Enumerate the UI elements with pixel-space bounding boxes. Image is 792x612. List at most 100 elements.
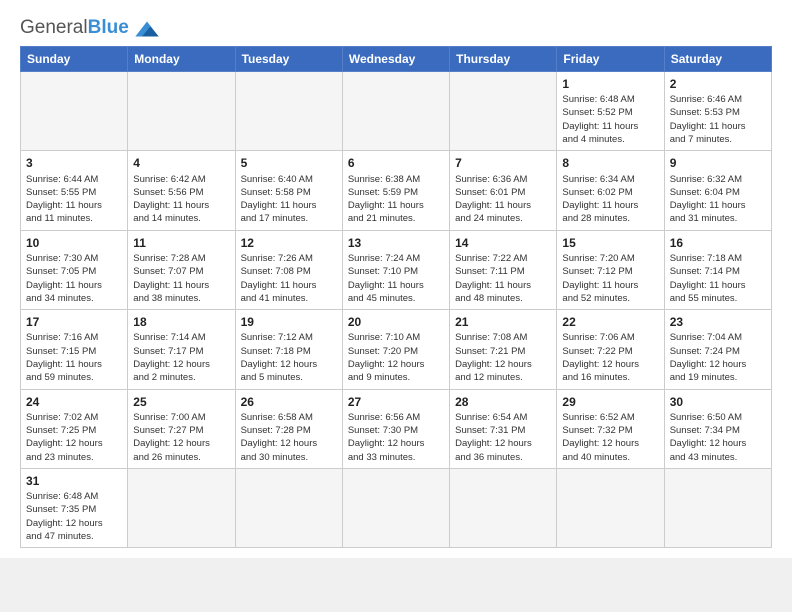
day-info: Sunrise: 7:18 AM Sunset: 7:14 PM Dayligh… [670, 252, 766, 305]
day-number: 25 [133, 394, 229, 410]
calendar-cell [342, 468, 449, 547]
calendar-cell: 7 Sunrise: 6:36 AM Sunset: 6:01 PM Daylig… [450, 151, 557, 230]
day-info: Sunrise: 6:34 AM Sunset: 6:02 PM Dayligh… [562, 173, 658, 226]
weekday-header-wednesday: Wednesday [342, 47, 449, 72]
day-number: 22 [562, 314, 658, 330]
weekday-header-friday: Friday [557, 47, 664, 72]
calendar-cell: 15Sunrise: 7:20 AM Sunset: 7:12 PM Dayli… [557, 230, 664, 309]
day-number: 9 [670, 155, 766, 171]
calendar-cell [128, 72, 235, 151]
day-info: Sunrise: 6:52 AM Sunset: 7:32 PM Dayligh… [562, 411, 658, 464]
day-info: Sunrise: 6:48 AM Sunset: 7:35 PM Dayligh… [26, 490, 122, 543]
calendar-cell: 26Sunrise: 6:58 AM Sunset: 7:28 PM Dayli… [235, 389, 342, 468]
calendar-cell: 20Sunrise: 7:10 AM Sunset: 7:20 PM Dayli… [342, 310, 449, 389]
calendar-cell: 10Sunrise: 7:30 AM Sunset: 7:05 PM Dayli… [21, 230, 128, 309]
day-number: 2 [670, 76, 766, 92]
day-number: 8 [562, 155, 658, 171]
calendar-cell: 11Sunrise: 7:28 AM Sunset: 7:07 PM Dayli… [128, 230, 235, 309]
calendar-cell: 21Sunrise: 7:08 AM Sunset: 7:21 PM Dayli… [450, 310, 557, 389]
calendar-cell: 5 Sunrise: 6:40 AM Sunset: 5:58 PM Daylig… [235, 151, 342, 230]
day-number: 15 [562, 235, 658, 251]
calendar-cell [557, 468, 664, 547]
calendar-cell: 29Sunrise: 6:52 AM Sunset: 7:32 PM Dayli… [557, 389, 664, 468]
calendar-cell [21, 72, 128, 151]
calendar-week-5: 24Sunrise: 7:02 AM Sunset: 7:25 PM Dayli… [21, 389, 772, 468]
day-info: Sunrise: 7:20 AM Sunset: 7:12 PM Dayligh… [562, 252, 658, 305]
calendar-cell [342, 72, 449, 151]
calendar-cell: 28Sunrise: 6:54 AM Sunset: 7:31 PM Dayli… [450, 389, 557, 468]
day-info: Sunrise: 6:38 AM Sunset: 5:59 PM Dayligh… [348, 173, 444, 226]
calendar-cell [450, 468, 557, 547]
weekday-header-tuesday: Tuesday [235, 47, 342, 72]
calendar-cell: 3Sunrise: 6:44 AM Sunset: 5:55 PM Daylig… [21, 151, 128, 230]
calendar-cell: 12Sunrise: 7:26 AM Sunset: 7:08 PM Dayli… [235, 230, 342, 309]
day-info: Sunrise: 7:26 AM Sunset: 7:08 PM Dayligh… [241, 252, 337, 305]
calendar-cell: 9 Sunrise: 6:32 AM Sunset: 6:04 PM Daylig… [664, 151, 771, 230]
calendar-week-6: 31Sunrise: 6:48 AM Sunset: 7:35 PM Dayli… [21, 468, 772, 547]
day-info: Sunrise: 6:46 AM Sunset: 5:53 PM Dayligh… [670, 93, 766, 146]
calendar-cell: 27Sunrise: 6:56 AM Sunset: 7:30 PM Dayli… [342, 389, 449, 468]
day-info: Sunrise: 7:00 AM Sunset: 7:27 PM Dayligh… [133, 411, 229, 464]
day-number: 31 [26, 473, 122, 489]
day-info: Sunrise: 7:24 AM Sunset: 7:10 PM Dayligh… [348, 252, 444, 305]
calendar-cell: 25Sunrise: 7:00 AM Sunset: 7:27 PM Dayli… [128, 389, 235, 468]
logo-text: General [20, 17, 88, 38]
logo-blue-text: Blue [88, 17, 129, 38]
day-info: Sunrise: 6:56 AM Sunset: 7:30 PM Dayligh… [348, 411, 444, 464]
day-number: 4 [133, 155, 229, 171]
day-info: Sunrise: 6:50 AM Sunset: 7:34 PM Dayligh… [670, 411, 766, 464]
day-info: Sunrise: 7:10 AM Sunset: 7:20 PM Dayligh… [348, 331, 444, 384]
day-info: Sunrise: 6:36 AM Sunset: 6:01 PM Dayligh… [455, 173, 551, 226]
day-info: Sunrise: 7:08 AM Sunset: 7:21 PM Dayligh… [455, 331, 551, 384]
calendar-cell: 22Sunrise: 7:06 AM Sunset: 7:22 PM Dayli… [557, 310, 664, 389]
calendar-cell: 16Sunrise: 7:18 AM Sunset: 7:14 PM Dayli… [664, 230, 771, 309]
calendar-week-1: 1Sunrise: 6:48 AM Sunset: 5:52 PM Daylig… [21, 72, 772, 151]
day-number: 17 [26, 314, 122, 330]
day-info: Sunrise: 6:44 AM Sunset: 5:55 PM Dayligh… [26, 173, 122, 226]
day-info: Sunrise: 7:04 AM Sunset: 7:24 PM Dayligh… [670, 331, 766, 384]
calendar-week-3: 10Sunrise: 7:30 AM Sunset: 7:05 PM Dayli… [21, 230, 772, 309]
day-number: 21 [455, 314, 551, 330]
calendar-cell: 1Sunrise: 6:48 AM Sunset: 5:52 PM Daylig… [557, 72, 664, 151]
day-number: 29 [562, 394, 658, 410]
weekday-header-sunday: Sunday [21, 47, 128, 72]
calendar-cell: 6 Sunrise: 6:38 AM Sunset: 5:59 PM Daylig… [342, 151, 449, 230]
day-info: Sunrise: 7:30 AM Sunset: 7:05 PM Dayligh… [26, 252, 122, 305]
day-info: Sunrise: 6:48 AM Sunset: 5:52 PM Dayligh… [562, 93, 658, 146]
day-number: 10 [26, 235, 122, 251]
calendar-cell: 18Sunrise: 7:14 AM Sunset: 7:17 PM Dayli… [128, 310, 235, 389]
calendar-cell: 8 Sunrise: 6:34 AM Sunset: 6:02 PM Daylig… [557, 151, 664, 230]
day-number: 6 [348, 155, 444, 171]
day-info: Sunrise: 6:32 AM Sunset: 6:04 PM Dayligh… [670, 173, 766, 226]
day-number: 18 [133, 314, 229, 330]
day-info: Sunrise: 7:28 AM Sunset: 7:07 PM Dayligh… [133, 252, 229, 305]
day-info: Sunrise: 6:40 AM Sunset: 5:58 PM Dayligh… [241, 173, 337, 226]
weekday-header-thursday: Thursday [450, 47, 557, 72]
calendar-cell: 31Sunrise: 6:48 AM Sunset: 7:35 PM Dayli… [21, 468, 128, 547]
calendar-week-4: 17Sunrise: 7:16 AM Sunset: 7:15 PM Dayli… [21, 310, 772, 389]
day-number: 7 [455, 155, 551, 171]
day-number: 16 [670, 235, 766, 251]
calendar-cell: 19Sunrise: 7:12 AM Sunset: 7:18 PM Dayli… [235, 310, 342, 389]
logo-icon [132, 18, 162, 40]
calendar-cell [235, 72, 342, 151]
calendar-cell: 30Sunrise: 6:50 AM Sunset: 7:34 PM Dayli… [664, 389, 771, 468]
calendar-cell: 23Sunrise: 7:04 AM Sunset: 7:24 PM Dayli… [664, 310, 771, 389]
day-number: 11 [133, 235, 229, 251]
day-number: 30 [670, 394, 766, 410]
logo: GeneralBlue [20, 16, 162, 40]
day-number: 12 [241, 235, 337, 251]
calendar-header-row: SundayMondayTuesdayWednesdayThursdayFrid… [21, 47, 772, 72]
day-number: 1 [562, 76, 658, 92]
day-info: Sunrise: 7:12 AM Sunset: 7:18 PM Dayligh… [241, 331, 337, 384]
day-number: 23 [670, 314, 766, 330]
day-number: 14 [455, 235, 551, 251]
calendar-week-2: 3Sunrise: 6:44 AM Sunset: 5:55 PM Daylig… [21, 151, 772, 230]
day-number: 19 [241, 314, 337, 330]
calendar-cell: 2Sunrise: 6:46 AM Sunset: 5:53 PM Daylig… [664, 72, 771, 151]
calendar-cell [664, 468, 771, 547]
calendar-cell: 14Sunrise: 7:22 AM Sunset: 7:11 PM Dayli… [450, 230, 557, 309]
day-number: 27 [348, 394, 444, 410]
day-info: Sunrise: 7:14 AM Sunset: 7:17 PM Dayligh… [133, 331, 229, 384]
day-number: 5 [241, 155, 337, 171]
